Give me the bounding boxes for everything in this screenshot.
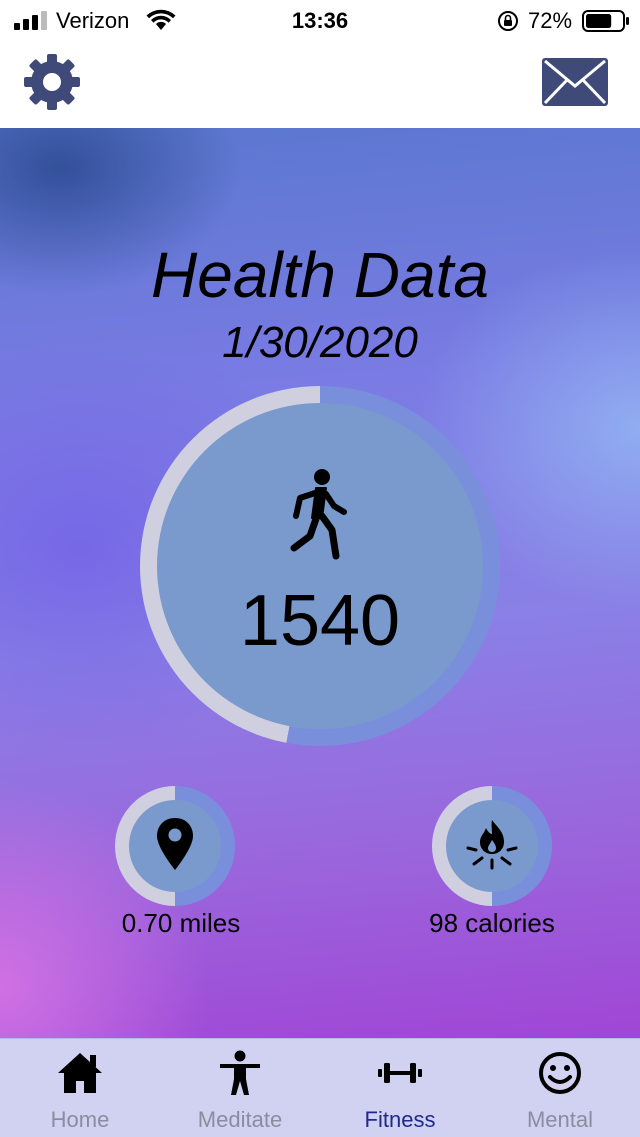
- tab-label-mental: Mental: [526, 1107, 594, 1132]
- location-pin-icon: [157, 818, 193, 870]
- tab-label-meditate: Meditate: [197, 1107, 283, 1132]
- person-icon: [220, 1050, 260, 1095]
- gear-icon[interactable]: [22, 52, 82, 112]
- walk-icon: [290, 469, 347, 560]
- page-title: Health Data: [151, 239, 489, 311]
- dumbbell-icon: [378, 1063, 422, 1083]
- tab-mental[interactable]: Mental: [480, 1039, 640, 1137]
- tab-label-home: Home: [50, 1107, 110, 1132]
- home-icon: [58, 1053, 102, 1093]
- tab-fitness[interactable]: Fitness: [320, 1039, 480, 1137]
- status-bar: Verizon 13:36 72%: [0, 0, 640, 40]
- date-label: 1/30/2020: [222, 318, 418, 367]
- battery-icon: [582, 10, 629, 32]
- tab-meditate[interactable]: Meditate: [160, 1039, 320, 1137]
- campfire-icon: [466, 820, 518, 870]
- orientation-lock-icon: [498, 11, 518, 31]
- smiley-icon: [539, 1052, 581, 1094]
- calories-label: 98 calories: [429, 908, 555, 938]
- health-dashboard: Health Data 1/30/2020 1540 0.70 miles 98…: [0, 128, 640, 1038]
- steps-count: 1540: [239, 581, 401, 661]
- tab-home[interactable]: Home: [0, 1039, 160, 1137]
- distance-label: 0.70 miles: [121, 908, 241, 938]
- header-bar: [0, 40, 640, 129]
- battery-percent: 72%: [528, 8, 573, 33]
- steps-circle: [157, 403, 483, 729]
- mail-icon[interactable]: [542, 58, 608, 106]
- tab-label-fitness: Fitness: [364, 1107, 436, 1132]
- tab-bar: Home Meditate Fitness Mental: [0, 1038, 640, 1137]
